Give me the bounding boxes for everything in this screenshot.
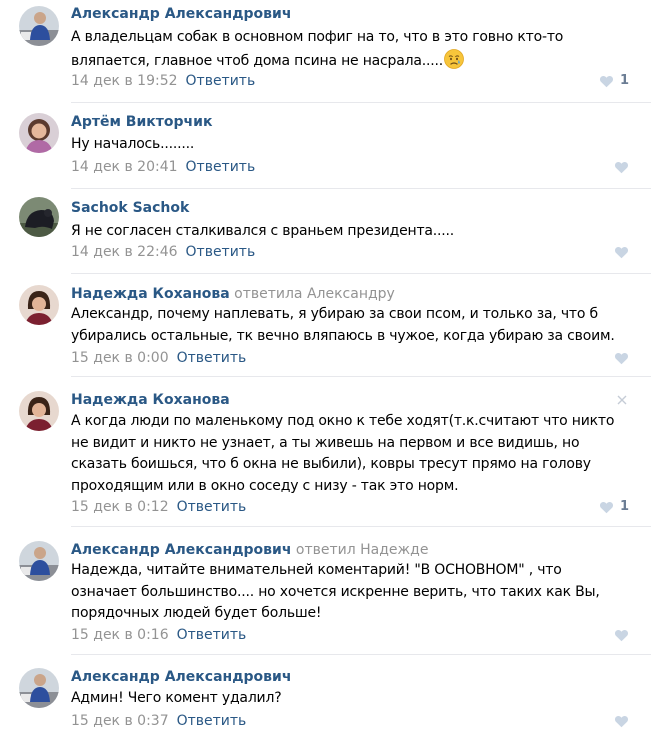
like-button[interactable]: 1: [599, 498, 629, 516]
comment-item: Sachok Sachok Я не согласен сталкивался …: [0, 189, 651, 274]
comments-list: Александр Александрович А владельцам соб…: [0, 0, 651, 749]
comment-item: Надежда Коханова ответила Александру Але…: [0, 274, 651, 377]
comment-date[interactable]: 15 дек в 0:16: [71, 627, 169, 643]
avatar[interactable]: [19, 6, 59, 46]
comment-header: Александр Александрович ответил Надежде: [71, 541, 428, 559]
heart-icon: [614, 246, 629, 258]
comment-item: Артём Викторчик Ну началось........ 14 д…: [0, 103, 651, 189]
comment-text: Админ! Чего комент удалил?: [71, 688, 631, 710]
heart-icon: [614, 352, 629, 364]
avatar[interactable]: [19, 285, 59, 325]
heart-icon: [614, 629, 629, 641]
reply-button[interactable]: Ответить: [177, 627, 247, 643]
author-name[interactable]: Надежда Коханова: [71, 392, 230, 408]
comment-date[interactable]: 14 дек в 20:41: [71, 159, 178, 175]
sad-face-emoji-icon: [444, 48, 464, 69]
comment-text-body: Ну началось........: [71, 136, 195, 152]
comment-text-body: А владельцам собак в основном пофиг на т…: [71, 29, 564, 69]
reply-button[interactable]: Ответить: [186, 244, 256, 260]
heart-icon: [614, 715, 629, 727]
heart-icon: [599, 501, 613, 513]
close-icon[interactable]: [617, 395, 627, 405]
comment-text-body: Я не согласен сталкивался с враньем през…: [71, 223, 455, 239]
author-name[interactable]: Sachok Sachok: [71, 200, 189, 216]
reply-button[interactable]: Ответить: [186, 73, 256, 89]
comment-item: Александр Александрович Админ! Чего коме…: [0, 655, 651, 749]
like-button[interactable]: [614, 712, 629, 730]
comment-date[interactable]: 15 дек в 0:00: [71, 350, 169, 366]
comment-date[interactable]: 14 дек в 22:46: [71, 244, 178, 260]
comment-meta: 15 дек в 0:12 Ответить: [71, 498, 246, 516]
like-button[interactable]: 1: [599, 72, 629, 90]
comment-header: Александр Александрович: [71, 668, 291, 686]
comment-header: Надежда Коханова ответила Александру: [71, 285, 395, 303]
comment-item: Александр Александрович ответил Надежде …: [0, 527, 651, 655]
author-name[interactable]: Александр Александрович: [71, 669, 291, 685]
comment-meta: 15 дек в 0:16 Ответить: [71, 626, 246, 644]
comment-text: Надежда, читайте внимательней коментарий…: [71, 560, 631, 625]
avatar[interactable]: [19, 113, 59, 153]
comment-text: Я не согласен сталкивался с враньем през…: [71, 221, 631, 243]
reply-button[interactable]: Ответить: [177, 499, 247, 515]
comment-date[interactable]: 15 дек в 0:37: [71, 713, 169, 729]
heart-icon: [614, 161, 629, 173]
comment-header: Надежда Коханова: [71, 391, 230, 409]
comment-text-body: Админ! Чего комент удалил?: [71, 690, 282, 706]
like-button[interactable]: [614, 158, 629, 176]
reply-to-label[interactable]: ответила Александру: [234, 286, 395, 302]
comment-meta: 14 дек в 20:41 Ответить: [71, 158, 255, 176]
avatar[interactable]: [19, 391, 59, 431]
like-button[interactable]: [614, 626, 629, 644]
like-count: 1: [619, 499, 629, 514]
comment-header: Артём Викторчик: [71, 113, 212, 131]
comment-text: А когда люди по маленькому под окно к те…: [71, 411, 631, 497]
comment-text-body: А когда люди по маленькому под окно к те…: [71, 413, 615, 494]
like-count: 1: [619, 73, 629, 88]
like-button[interactable]: [614, 349, 629, 367]
author-name[interactable]: Артём Викторчик: [71, 114, 212, 130]
author-name[interactable]: Александр Александрович: [71, 542, 291, 558]
like-button[interactable]: [614, 243, 629, 261]
avatar[interactable]: [19, 197, 59, 237]
comment-text: Александр, почему наплевать, я убираю за…: [71, 304, 631, 347]
reply-button[interactable]: Ответить: [177, 350, 247, 366]
comment-text: Ну началось........: [71, 134, 631, 156]
comment-item: Надежда Коханова А когда люди по маленьк…: [0, 377, 651, 527]
author-name[interactable]: Александр Александрович: [71, 6, 291, 22]
comment-meta: 15 дек в 0:00 Ответить: [71, 349, 246, 367]
reply-button[interactable]: Ответить: [177, 713, 247, 729]
comment-item: Александр Александрович А владельцам соб…: [0, 0, 651, 103]
heart-icon: [599, 75, 613, 87]
comment-text: А владельцам собак в основном пофиг на т…: [71, 27, 631, 72]
comment-date[interactable]: 15 дек в 0:12: [71, 499, 169, 515]
avatar[interactable]: [19, 541, 59, 581]
reply-to-label[interactable]: ответил Надежде: [296, 542, 429, 558]
avatar[interactable]: [19, 668, 59, 708]
comment-date[interactable]: 14 дек в 19:52: [71, 73, 178, 89]
reply-button[interactable]: Ответить: [186, 159, 256, 175]
comment-meta: 15 дек в 0:37 Ответить: [71, 712, 246, 730]
comment-text-body: Александр, почему наплевать, я убираю за…: [71, 306, 615, 344]
comment-meta: 14 дек в 19:52 Ответить: [71, 72, 255, 90]
comment-header: Sachok Sachok: [71, 199, 189, 217]
comment-meta: 14 дек в 22:46 Ответить: [71, 243, 255, 261]
comment-text-body: Надежда, читайте внимательней коментарий…: [71, 562, 600, 621]
comment-header: Александр Александрович: [71, 5, 291, 23]
author-name[interactable]: Надежда Коханова: [71, 286, 230, 302]
